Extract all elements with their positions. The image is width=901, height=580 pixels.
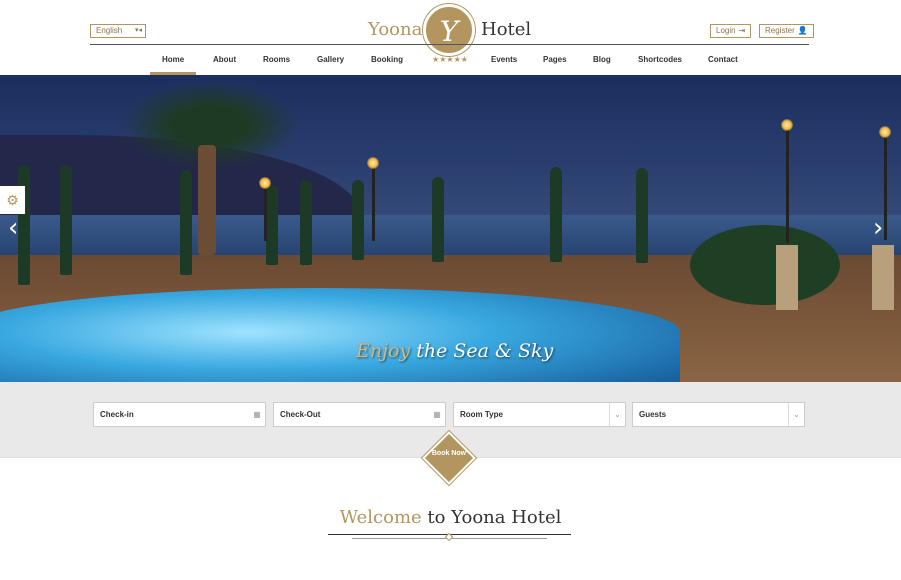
room-type-label: Room Type — [460, 410, 503, 419]
hero-slider: Enjoy the Sea & Sky ⚙ ‹ › — [0, 75, 901, 382]
hero-caption: Enjoy the Sea & Sky — [356, 340, 553, 362]
language-selector[interactable]: English ▾◂ — [90, 24, 146, 38]
palm-trunk — [198, 145, 216, 255]
nav-events[interactable]: Events — [491, 55, 517, 64]
welcome-rest: to Yoona Hotel — [421, 507, 562, 528]
nav-shortcodes[interactable]: Shortcodes — [638, 55, 682, 64]
welcome-accent: Welcome — [339, 507, 422, 528]
checkout-field[interactable]: Check-Out ▦ — [273, 402, 446, 427]
chevron-down-icon: ⌄ — [609, 403, 625, 426]
street-lamp — [879, 126, 891, 240]
cypress-tree — [550, 167, 562, 262]
slider-prev-arrow-icon[interactable]: ‹ — [8, 213, 18, 243]
street-lamp — [367, 157, 379, 241]
cypress-tree — [352, 180, 364, 260]
hero-caption-rest: the Sea & Sky — [410, 340, 554, 362]
street-lamp — [781, 119, 793, 243]
checkout-label: Check-Out — [280, 410, 321, 419]
nav-about[interactable]: About — [213, 55, 236, 64]
cypress-tree — [180, 170, 192, 275]
pillar — [872, 245, 894, 310]
language-label: English — [96, 26, 123, 35]
cypress-tree — [18, 165, 30, 285]
logo-emblem[interactable]: Y — [423, 4, 475, 56]
cypress-tree — [636, 168, 648, 263]
nav-gallery[interactable]: Gallery — [317, 55, 344, 64]
calendar-icon: ▦ — [253, 410, 261, 419]
logo-text-right: Hotel — [481, 19, 532, 40]
logo-text-left: Yoona — [368, 19, 423, 40]
book-now-label[interactable]: Book Now — [430, 450, 468, 458]
nav-home[interactable]: Home — [162, 55, 184, 64]
room-type-select[interactable]: Room Type ⌄ — [453, 402, 626, 427]
cypress-tree — [60, 165, 72, 275]
slider-next-arrow-icon[interactable]: › — [873, 213, 883, 243]
login-button[interactable]: Login ⇥ — [710, 24, 752, 38]
welcome-heading: Welcome to Yoona Hotel — [0, 507, 901, 528]
garden-bush — [690, 225, 840, 305]
login-icon: ⇥ — [738, 26, 746, 35]
hero-caption-accent: Enjoy — [356, 340, 411, 362]
cypress-tree — [432, 177, 444, 262]
login-label: Login — [716, 26, 736, 35]
swimming-pool — [0, 288, 680, 382]
chevron-down-icon: ⌄ — [788, 403, 804, 426]
register-button[interactable]: Register 👤 — [759, 24, 814, 38]
chevron-down-icon: ▾◂ — [134, 27, 142, 34]
guests-select[interactable]: Guests ⌄ — [632, 402, 805, 427]
cypress-tree — [300, 180, 312, 265]
checkin-label: Check-in — [100, 410, 134, 419]
nav-rooms[interactable]: Rooms — [263, 55, 290, 64]
nav-contact[interactable]: Contact — [708, 55, 738, 64]
header-divider — [90, 44, 809, 45]
nav-blog[interactable]: Blog — [593, 55, 611, 64]
guests-label: Guests — [639, 410, 667, 419]
street-lamp — [259, 177, 271, 241]
calendar-icon: ▦ — [433, 410, 441, 419]
nav-booking[interactable]: Booking — [371, 55, 403, 64]
pillar — [776, 245, 798, 310]
star-rating: ★★★★★ — [432, 55, 468, 64]
settings-gear-icon[interactable]: ⚙ — [0, 186, 25, 214]
cypress-tree — [266, 185, 278, 265]
checkin-field[interactable]: Check-in ▦ — [93, 402, 266, 427]
site-header: English ▾◂ Yoona Y ★★★★★ Hotel Login ⇥ Re… — [0, 0, 901, 75]
user-icon: 👤 — [797, 26, 808, 35]
register-label: Register — [765, 26, 795, 35]
nav-pages[interactable]: Pages — [543, 55, 567, 64]
